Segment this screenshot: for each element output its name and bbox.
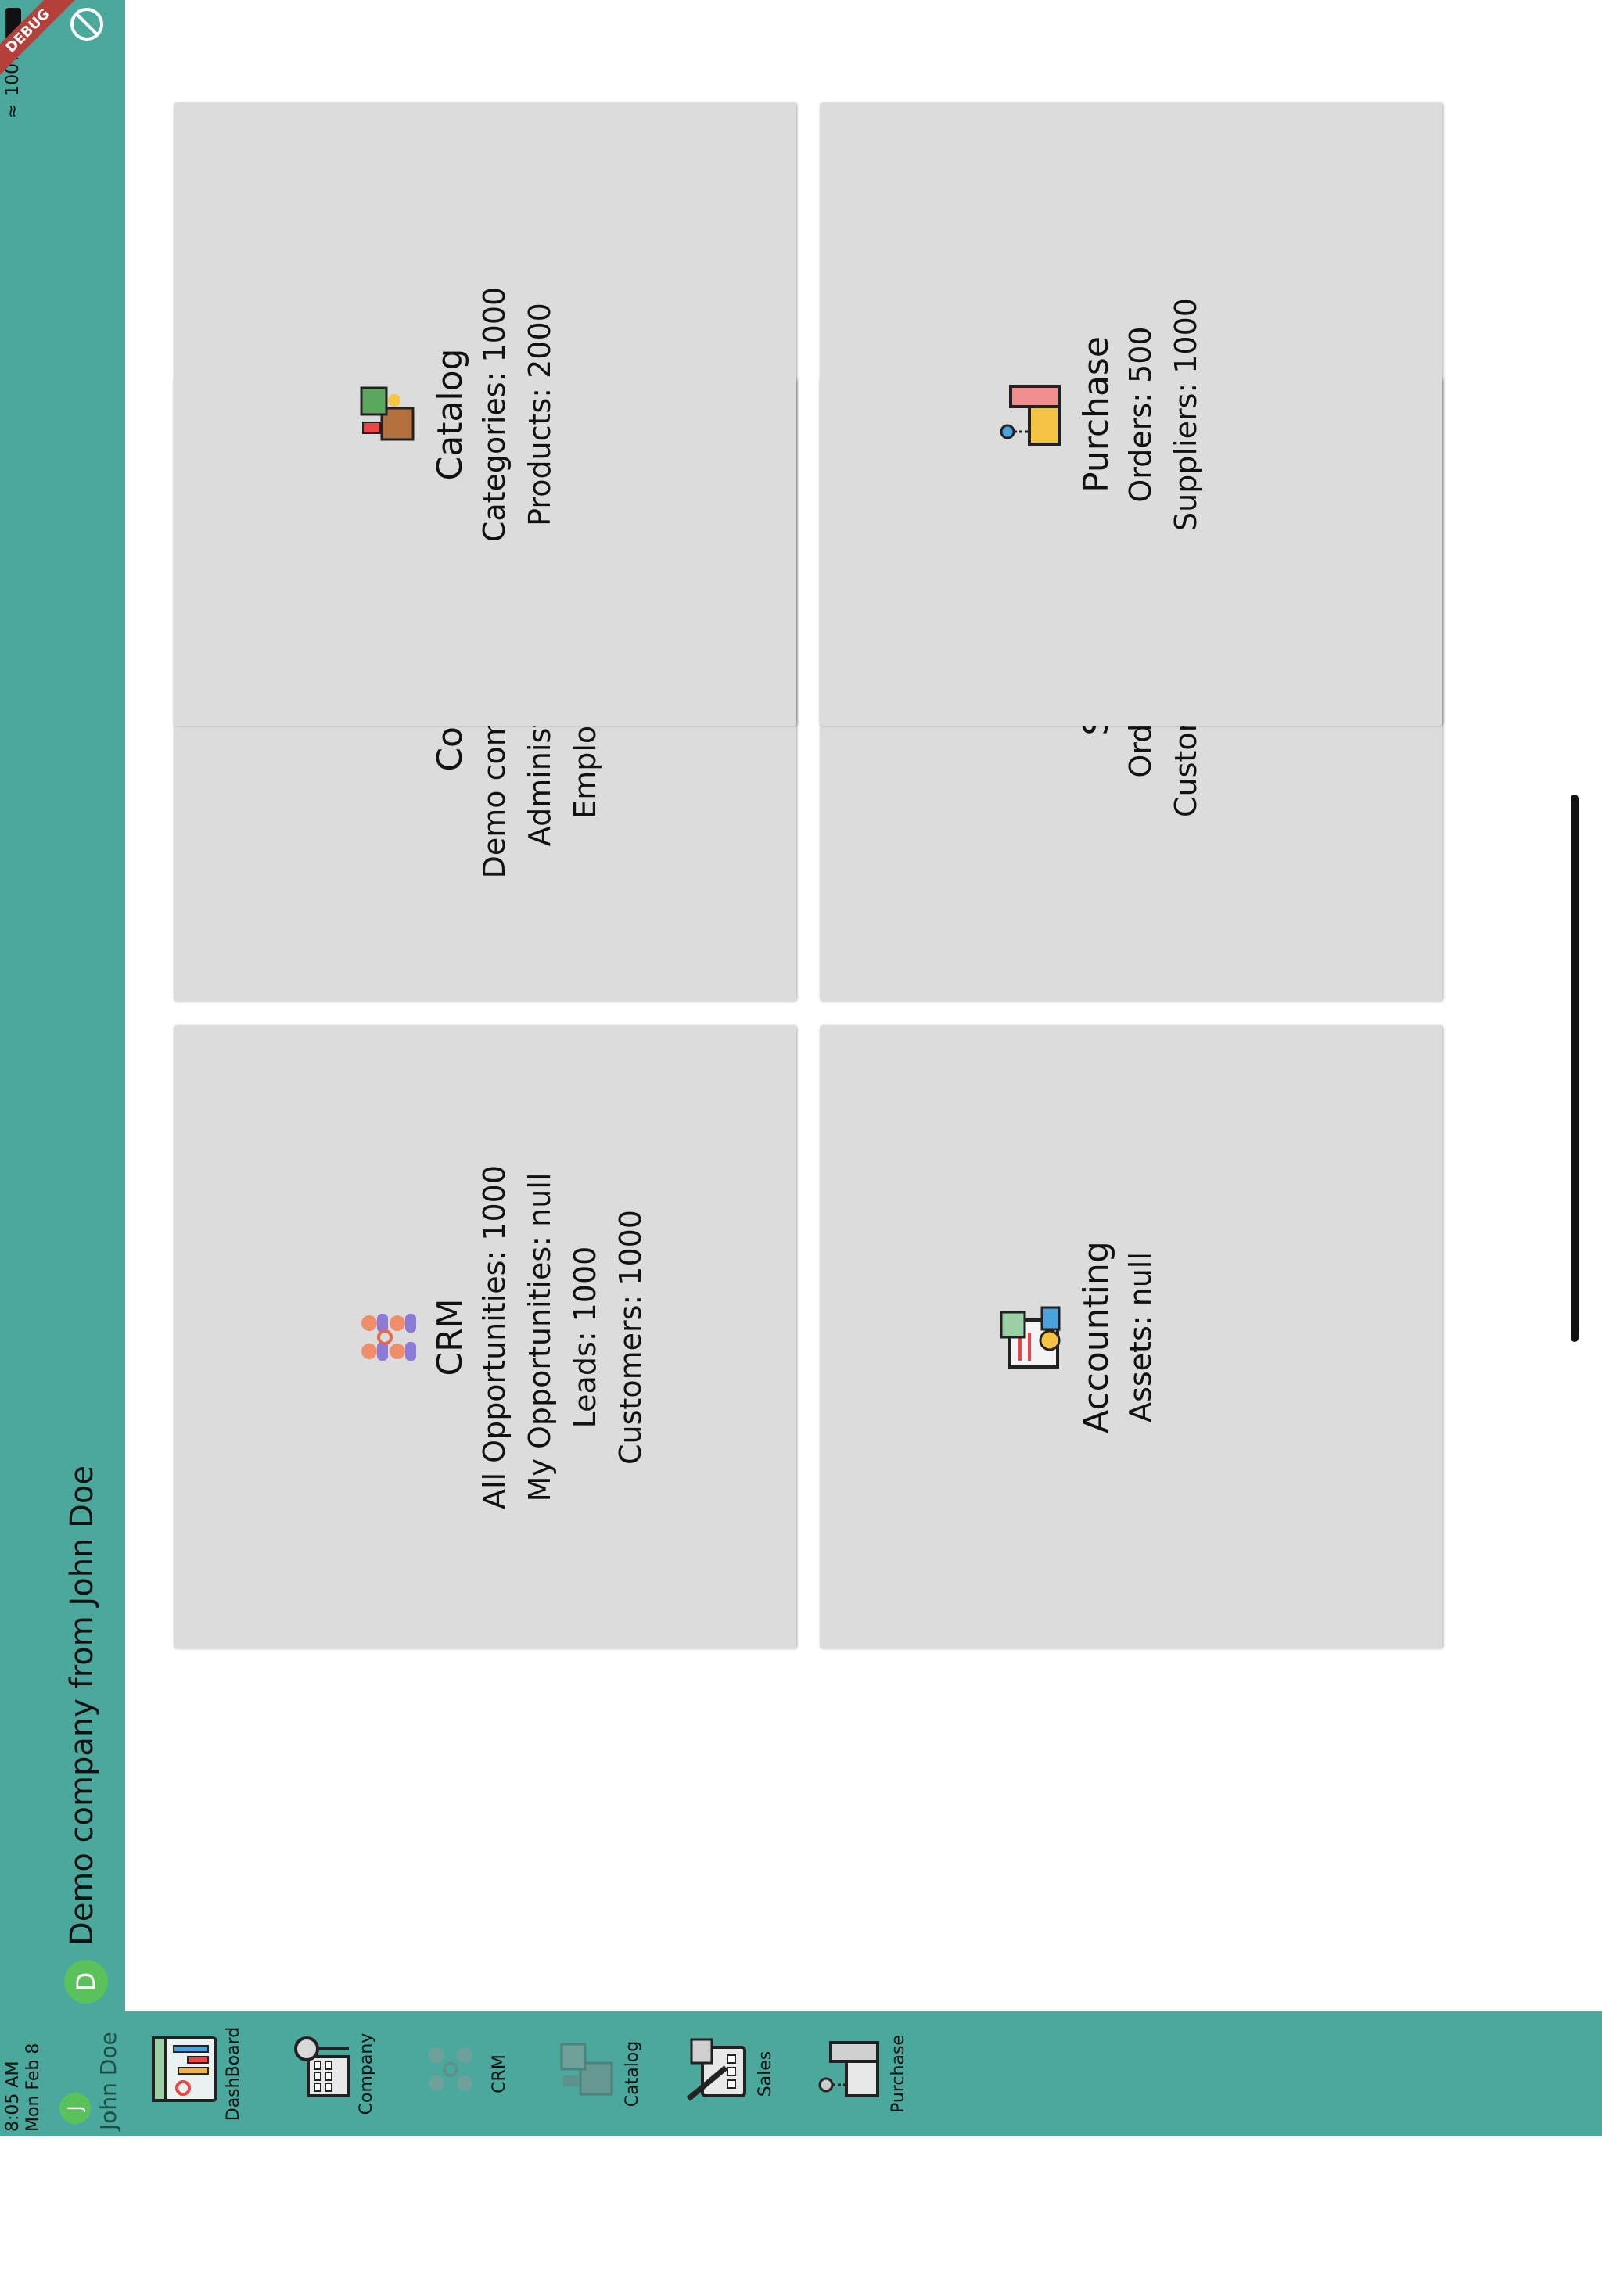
nav-item-crm[interactable]: CRM <box>404 2011 521 2136</box>
catalog-card[interactable]: Catalog Categories: 1000 Products: 2000 <box>174 103 796 726</box>
nav-label: Catalog <box>623 2040 642 2108</box>
nav-label: Company <box>357 2032 376 2115</box>
catalog-icon <box>560 2043 613 2096</box>
card-title: CRM <box>430 1298 470 1376</box>
purchase-card[interactable]: Purchase Orders: 500 Suppliers: 1000 <box>820 103 1442 726</box>
card-line: Products: 2000 <box>523 303 557 526</box>
card-line: Leads: 1000 <box>568 1246 602 1429</box>
wifi-icon: ≈ <box>3 103 23 119</box>
card-line: All Opportunities: 1000 <box>477 1164 512 1510</box>
nav-label: Purchase <box>889 2035 908 2113</box>
company-title: Demo company from John Doe <box>64 1465 100 1946</box>
user-avatar: J <box>59 2093 91 2124</box>
dashboard-icon <box>152 2036 217 2102</box>
app-bar: D Demo company from John Doe ≈ 100% DEBU… <box>0 0 125 2011</box>
nav-item-company[interactable]: Company <box>271 2011 388 2136</box>
card-line: Suppliers: 1000 <box>1169 298 1203 531</box>
card-title: Accounting <box>1076 1241 1116 1433</box>
user-name: John Doe <box>95 2032 121 2130</box>
crm-icon <box>429 2047 472 2091</box>
card-line: Orders: 500 <box>1123 326 1158 503</box>
nav-item-catalog[interactable]: Catalog <box>537 2011 654 2136</box>
nav-label: Sales <box>756 2050 775 2097</box>
block-icon[interactable] <box>70 8 103 41</box>
crm-icon <box>361 1314 416 1361</box>
crm-card[interactable]: CRM All Opportunities: 1000 My Opportuni… <box>174 1026 796 1648</box>
card-line: Categories: 1000 <box>477 286 512 543</box>
card-line: Assets: null <box>1123 1252 1158 1422</box>
nav-item-sales[interactable]: Sales <box>670 2011 787 2136</box>
card-line: My Opportunities: null <box>523 1172 557 1502</box>
home-indicator[interactable] <box>1571 795 1579 1342</box>
catalog-icon <box>360 386 415 441</box>
nav-item-purchase[interactable]: Purchase <box>803 2011 920 2136</box>
company-avatar[interactable]: D <box>64 1960 108 2004</box>
purchase-icon <box>1000 385 1061 446</box>
card-line: Customers: 1000 <box>613 1210 648 1465</box>
nav-label: CRM <box>490 2054 509 2093</box>
sidebar-navigation: 8:05 AM Mon Feb 8 J John Doe DashBoard C… <box>0 2011 1602 2136</box>
rotated-app-screen: 8:05 AM Mon Feb 8 J John Doe DashBoard C… <box>0 0 1602 2136</box>
card-title: Catalog <box>430 348 470 481</box>
nav-label: DashBoard <box>224 2026 243 2122</box>
accounting-icon <box>1000 1306 1061 1369</box>
nav-item-dashboard[interactable]: DashBoard <box>138 2011 255 2136</box>
user-profile[interactable]: J John Doe <box>0 2011 125 2136</box>
purchase-icon <box>818 2041 879 2097</box>
sales-icon <box>686 2038 746 2101</box>
card-title: Purchase <box>1076 336 1116 493</box>
company-icon <box>294 2036 350 2097</box>
accounting-card[interactable]: Accounting Assets: null <box>820 1026 1442 1648</box>
